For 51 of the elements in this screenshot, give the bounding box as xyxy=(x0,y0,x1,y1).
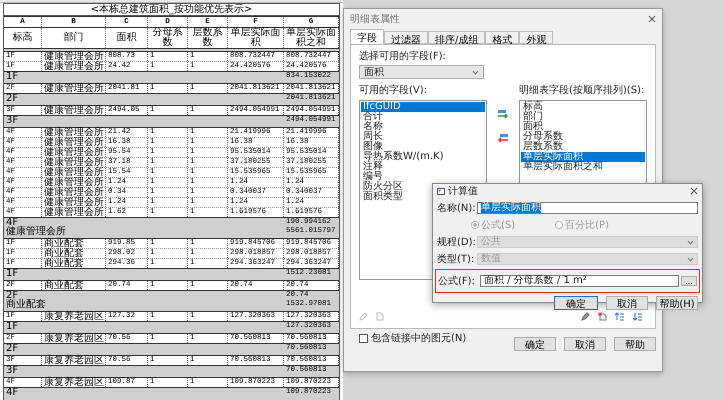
group-label: 1F xyxy=(5,269,20,278)
table-cell: 商业配套 xyxy=(42,249,106,258)
table-cell: 健康管理会所 xyxy=(42,168,106,177)
field-label: 名称(N): xyxy=(437,202,477,215)
group-label: 4F xyxy=(5,218,18,227)
table-cell: 健康管理会所 xyxy=(42,138,106,147)
group-label: 商业配套 xyxy=(5,300,47,309)
table-cell: 健康管理会所 xyxy=(42,198,106,207)
group-label: 健康管理会所 xyxy=(5,227,67,236)
dialog-title: 计算值 xyxy=(448,184,478,198)
table-cell: 健康管理会所 xyxy=(42,128,106,137)
dialog-title: 明细表属性 xyxy=(350,12,400,26)
column-header: 部门 xyxy=(42,28,106,48)
group-label: 3F xyxy=(5,116,20,125)
table-cell: 健康管理会所 xyxy=(42,178,106,187)
group-label: 3F xyxy=(5,366,20,375)
field-label: 类型(T): xyxy=(437,252,476,266)
column-header: 面积 xyxy=(106,28,148,48)
table-cell: 健康管理会所 xyxy=(42,62,106,71)
table-cell: 商业配套 xyxy=(42,239,106,248)
group-label: 2F xyxy=(5,291,18,300)
field-label: 公式(F): xyxy=(438,274,476,288)
list-label: 可用的字段(V): xyxy=(359,84,428,97)
table-cell: 健康管理会所 xyxy=(42,188,106,197)
field-label: 选择可用的字段(F): xyxy=(359,50,447,63)
table-cell: 健康管理会所 xyxy=(42,52,106,61)
table-cell: 健康管理会所 xyxy=(42,106,106,115)
table-cell: 健康管理会所 xyxy=(42,148,106,157)
table-cell: 康复养老园区 xyxy=(42,378,106,387)
group-label: 4F xyxy=(5,388,20,397)
table-cell: 康复养老园区 xyxy=(42,312,106,321)
schedule-title: <本栋总建筑面积_按功能优先表示> xyxy=(4,4,339,16)
table-cell: 商业配套 xyxy=(42,281,106,290)
column-header: 单层实际面积 xyxy=(228,28,284,48)
group-label: 2F xyxy=(5,94,20,103)
column-header: 单层实际面积之和 xyxy=(284,28,339,48)
table-cell: 康复养老园区 xyxy=(42,356,106,365)
column-header: 标高 xyxy=(4,28,42,48)
group-label: 1F xyxy=(5,72,20,81)
group-label: 1F xyxy=(5,322,20,331)
table-cell: 商业配套 xyxy=(42,259,106,268)
table-cell: 健康管理会所 xyxy=(42,84,106,93)
table-cell: 康复养老园区 xyxy=(42,334,106,343)
column-header: 层数系数 xyxy=(188,28,228,48)
list-label: 明细表字段(按顺序排列)(S): xyxy=(519,84,646,97)
group-label: 2F xyxy=(5,344,20,353)
column-header: 分母系数 xyxy=(148,28,188,48)
table-cell: 健康管理会所 xyxy=(42,158,106,167)
table-cell: 健康管理会所 xyxy=(42,208,106,217)
checkbox-label: 包含链接中的图元(N) xyxy=(371,332,466,345)
field-label: 规程(D): xyxy=(437,236,477,249)
